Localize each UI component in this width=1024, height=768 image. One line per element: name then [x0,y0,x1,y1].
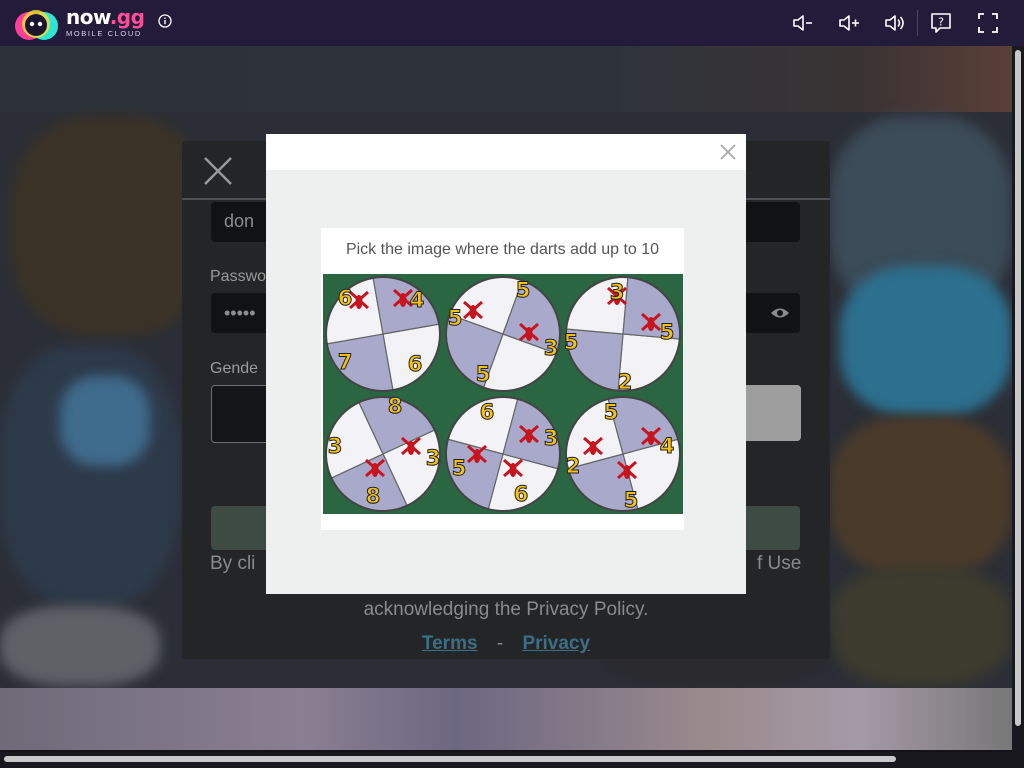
background-art [60,376,150,466]
volume-up-icon[interactable] [836,10,862,36]
help-icon[interactable]: ? [928,10,954,36]
board-number: 6 [480,400,495,424]
privacy-link[interactable]: Privacy [522,633,590,654]
close-icon[interactable] [202,155,234,187]
dartboard-image: 6 4 7 6 [323,274,443,394]
captcha-option-2[interactable]: 5 5 3 5 [443,274,563,394]
dartboard-image: 5 5 3 5 [443,274,563,394]
info-icon[interactable] [158,14,172,28]
password-value: ••••• [224,303,256,323]
brand-subtitle: MOBILE CLOUD [66,29,142,38]
gender-label: Gende [210,360,259,377]
board-number: 2 [566,454,581,478]
board-number: 5 [624,488,639,512]
legal-text-start: By cli [210,553,256,574]
board-number: 5 [452,456,467,480]
background-art [0,606,160,686]
horizontal-scroll-thumb[interactable] [4,756,896,762]
board-number: 3 [610,280,625,304]
close-icon[interactable] [718,142,738,162]
background-art [830,416,1012,576]
brand-suffix: .gg [109,5,145,29]
username-value: don [224,211,255,231]
board-number: 3 [544,336,559,360]
captcha-image-grid: 647655353552833863565425 [323,274,683,514]
link-separator: - [496,633,504,654]
captcha-modal: Pick the image where the darts add up to… [266,134,746,594]
board-number: 3 [328,434,343,458]
volume-icon[interactable] [882,10,908,36]
legal-text-privacy: acknowledging the Privacy Policy. [363,599,649,620]
dartboard-image: 5 4 2 5 [563,394,683,514]
board-number: 5 [516,278,531,302]
board-number: 6 [408,352,423,376]
board-number: 3 [544,426,559,450]
board-number: 6 [338,286,353,310]
board-number: 5 [448,306,463,330]
board-number: 8 [388,394,403,418]
background-art [840,266,1012,416]
captcha-option-3[interactable]: 3 5 5 2 [563,274,683,394]
captcha-option-5[interactable]: 6 3 5 6 [443,394,563,514]
vertical-scroll-thumb[interactable] [1015,50,1021,726]
board-number: 8 [366,484,381,508]
board-number: 5 [604,400,619,424]
captcha-header [266,134,746,170]
bottom-strip [0,688,1012,750]
board-number: 3 [426,446,441,470]
legal-links: Terms - Privacy [182,633,830,655]
eye-icon[interactable] [770,305,790,321]
top-bar: now.gg MOBILE CLOUD ? [0,0,1024,46]
captcha-option-4[interactable]: 8 3 3 8 [323,394,443,514]
vertical-scrollbar[interactable] [1012,46,1024,752]
board-number: 4 [410,288,425,312]
volume-down-icon[interactable] [790,10,816,36]
horizontal-scrollbar[interactable] [0,752,1024,768]
board-number: 6 [514,482,529,506]
password-label: Passwo [210,268,267,285]
board-number: 4 [660,434,675,458]
terms-link[interactable]: Terms [422,633,478,654]
captcha-option-1[interactable]: 6 4 7 6 [323,274,443,394]
nowgg-logo [15,10,58,40]
background-band [0,46,1012,112]
fullscreen-icon[interactable] [975,10,1001,36]
toolbar-divider [917,10,918,36]
svg-text:?: ? [938,16,944,29]
captcha-option-6[interactable]: 5 4 2 5 [563,394,683,514]
captcha-panel: Pick the image where the darts add up to… [321,228,684,530]
board-number: 5 [476,362,491,386]
background-art [830,566,1012,686]
brand-name: now [66,5,110,29]
dartboard-image: 8 3 3 8 [323,394,443,514]
brand: now.gg MOBILE CLOUD [66,5,145,38]
board-number: 7 [338,350,353,374]
dartboard-image: 3 5 5 2 [563,274,683,394]
board-number: 5 [660,320,675,344]
dartboard-image: 6 3 5 6 [443,394,563,514]
board-number: 5 [564,330,579,354]
legal-text-end: f Use [757,553,802,574]
background-art [10,116,210,336]
captcha-prompt: Pick the image where the darts add up to… [345,241,660,258]
board-number: 2 [618,370,633,394]
